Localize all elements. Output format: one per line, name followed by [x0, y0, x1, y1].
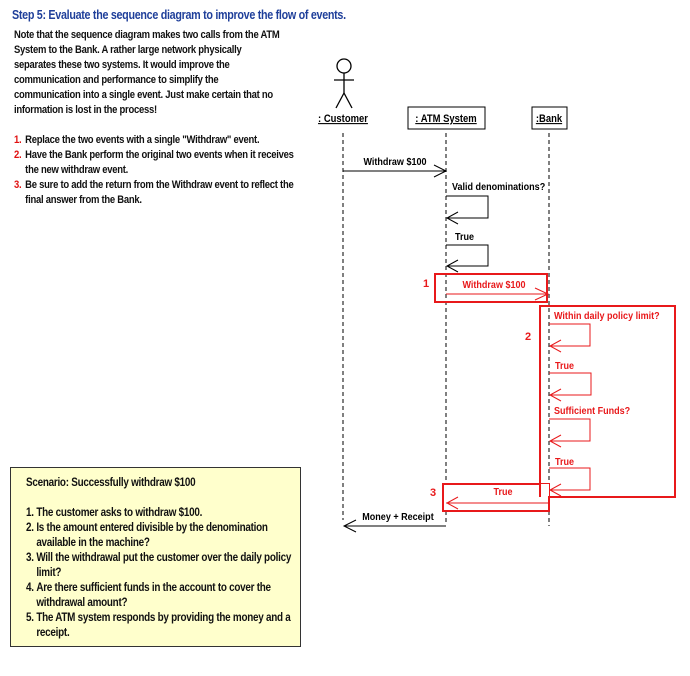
marker-3: 3 [430, 487, 436, 499]
message-label: True [555, 456, 575, 468]
message-valid-denominations: Valid denominations? [445, 181, 545, 225]
message-label: Money + Receipt [362, 511, 434, 523]
message-label: True [493, 486, 513, 498]
message-label: Withdraw $100 [462, 279, 526, 291]
participant-customer: : Customer [318, 113, 368, 125]
highlight-bank-return: 3 True [430, 483, 550, 512]
message-label: Valid denominations? [452, 181, 545, 193]
message-label: Sufficient Funds? [554, 405, 630, 417]
message-withdraw-request: Withdraw $100 [343, 156, 448, 178]
message-true-1: True [445, 231, 489, 273]
participant-atm: : ATM System [415, 113, 476, 125]
participant-bank: :Bank [536, 113, 563, 125]
message-money-receipt: Money + Receipt [342, 511, 446, 533]
message-label: Within daily policy limit? [554, 310, 660, 322]
sequence-diagram: : Customer : ATM System :Bank Withdraw $… [318, 58, 676, 533]
highlight-bank-checks: 2 Within daily policy limit? True Suffic… [525, 305, 676, 498]
actor-icon [334, 58, 354, 109]
message-label: True [555, 360, 575, 372]
message-label: Withdraw $100 [363, 156, 427, 168]
marker-2: 2 [525, 331, 531, 343]
marker-1: 1 [423, 278, 429, 290]
message-label: True [455, 231, 475, 243]
highlight-withdraw-to-bank: 1 Withdraw $100 [423, 273, 550, 303]
